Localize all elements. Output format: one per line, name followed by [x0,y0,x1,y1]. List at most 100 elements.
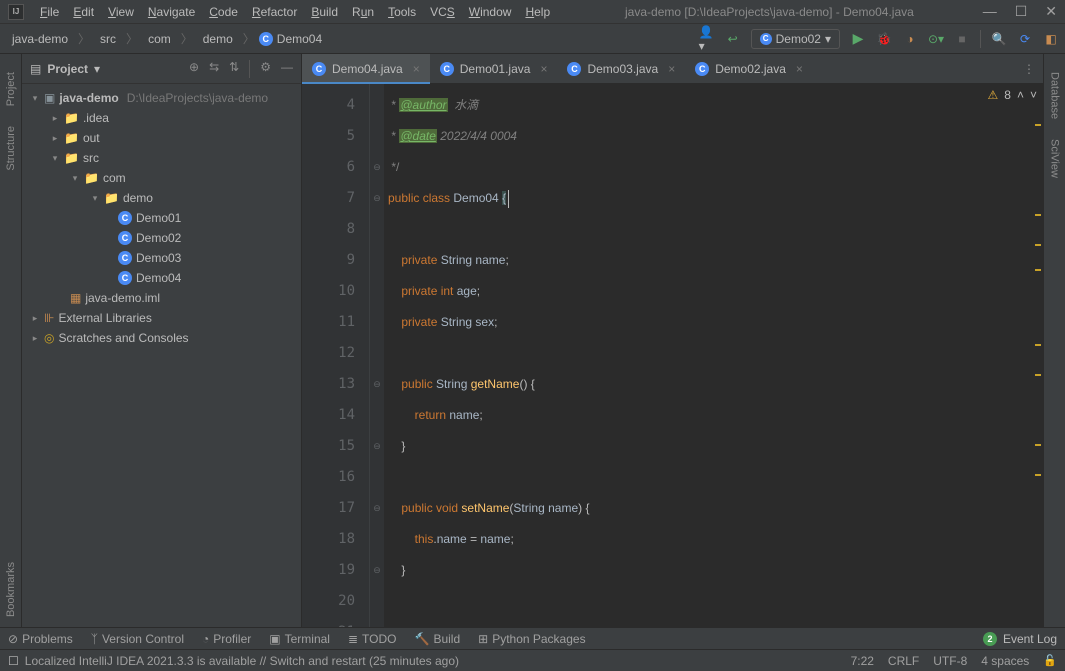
class-icon: C [760,33,772,45]
scratch-icon: ◎ [44,331,54,345]
menu-navigate[interactable]: Navigate [142,3,201,21]
menu-tools[interactable]: Tools [382,3,422,21]
menu-build[interactable]: Build [305,3,344,21]
package-icon: 📁 [104,191,119,205]
menu-vcs[interactable]: VCS [424,3,461,21]
editor-tab[interactable]: CDemo02.java× [685,54,813,84]
menu-view[interactable]: View [102,3,140,21]
back-arrow-icon[interactable]: ↩ [725,31,741,47]
coverage-button[interactable]: ◑ [902,31,918,47]
editor-tab[interactable]: CDemo01.java× [430,54,558,84]
code-content[interactable]: * @author 水滴 * @date 2022/4/4 0004 */pub… [384,84,1043,627]
tree-idea[interactable]: ▸📁.idea [22,108,301,128]
status-message[interactable]: Localized IntelliJ IDEA 2021.3.3 is avai… [25,654,459,668]
tool-structure[interactable]: Structure [5,126,17,171]
next-problem-icon[interactable]: ˅ [1030,88,1037,102]
tool-python[interactable]: ⊞Python Packages [478,632,585,646]
close-button[interactable]: ✕ [1045,3,1057,20]
tool-eventlog[interactable]: Event Log [1003,632,1057,646]
tree-label: java-demo [59,91,118,105]
close-tab-icon[interactable]: × [668,62,675,76]
tree-class[interactable]: CDemo04 [22,268,301,288]
sync-icon[interactable]: ⟳ [1017,31,1033,47]
editor-area: CDemo04.java× CDemo01.java× CDemo03.java… [302,54,1043,627]
line-ending[interactable]: CRLF [888,654,919,668]
warning-count: 8 [1004,88,1011,102]
editor-tab[interactable]: CDemo03.java× [557,54,685,84]
minimize-button[interactable]: ― [983,3,997,20]
indent[interactable]: 4 spaces [981,654,1029,668]
tool-vcs[interactable]: ᛉVersion Control [91,632,184,646]
tree-class[interactable]: CDemo01 [22,208,301,228]
maximize-button[interactable]: ☐ [1015,3,1028,20]
run-config-selector[interactable]: C Demo02 ▾ [751,29,840,49]
tab-overflow-icon[interactable]: ⋮ [1023,62,1043,76]
code-editor[interactable]: ⚠ 8 ˄ ˅ 456789101112131415161718192021 ⊖… [302,84,1043,627]
tree-iml[interactable]: ▦java-demo.iml [22,288,301,308]
crumb-com[interactable]: com [142,30,177,48]
menu-run[interactable]: Run [346,3,380,21]
tree-class[interactable]: CDemo03 [22,248,301,268]
tree-out[interactable]: ▸📁out [22,128,301,148]
menu-help[interactable]: Help [519,3,556,21]
tree-class[interactable]: CDemo02 [22,228,301,248]
close-tab-icon[interactable]: × [796,62,803,76]
status-indicator-icon[interactable]: ☐ [8,654,19,668]
tool-build[interactable]: 🔨Build [414,632,460,646]
tree-external[interactable]: ▸⊪External Libraries [22,308,301,328]
expand-icon[interactable]: ⇆ [209,60,219,78]
menu-edit[interactable]: Edit [67,3,100,21]
tree-src[interactable]: ▾📁src [22,148,301,168]
tool-profiler[interactable]: ◔Profiler [202,632,251,646]
encoding[interactable]: UTF-8 [933,654,967,668]
project-title[interactable]: Project [47,62,88,76]
tool-database[interactable]: Database [1049,72,1061,119]
tool-todo[interactable]: ≣TODO [348,632,397,646]
debug-button[interactable]: 🐞 [876,31,892,47]
gear-icon[interactable]: ⚙ [260,60,271,78]
select-target-icon[interactable]: ⊕ [189,60,199,78]
collapse-icon[interactable]: ⇅ [229,60,239,78]
caret-position[interactable]: 7:22 [851,654,874,668]
class-icon: C [118,271,132,285]
project-tree[interactable]: ▾▣ java-demo D:\IdeaProjects\java-demo ▸… [22,84,301,627]
tree-demo[interactable]: ▾📁demo [22,188,301,208]
profile-button[interactable]: ⊙▾ [928,31,944,47]
prev-problem-icon[interactable]: ˄ [1017,88,1024,102]
main-area: Project Structure Bookmarks ▤ Project ▾ … [0,54,1065,627]
run-button[interactable]: ▶ [850,31,866,47]
close-tab-icon[interactable]: × [540,62,547,76]
event-badge-icon: 2 [983,632,997,646]
inspection-summary[interactable]: ⚠ 8 ˄ ˅ [988,88,1037,102]
hide-icon[interactable]: — [281,60,293,78]
menu-window[interactable]: Window [463,3,518,21]
menu-file[interactable]: File [34,3,65,21]
tree-label: Demo02 [136,231,181,245]
stop-button[interactable]: ■ [954,31,970,47]
menu-refactor[interactable]: Refactor [246,3,303,21]
crumb-demo[interactable]: demo [197,30,239,48]
tool-sciview[interactable]: SciView [1049,139,1061,178]
editor-tab[interactable]: CDemo04.java× [302,54,430,84]
tool-project[interactable]: Project [5,72,17,106]
ide-features-icon[interactable]: ◧ [1043,31,1059,47]
chevron-down-icon[interactable]: ▾ [94,62,100,76]
fold-gutter[interactable]: ⊖⊖⊖⊖⊖⊖ [370,84,384,627]
tool-terminal[interactable]: ▣Terminal [269,632,330,646]
vcs-icon: ᛉ [91,632,98,646]
readonly-icon[interactable]: 🔓 [1043,654,1057,668]
tool-problems[interactable]: ⊘Problems [8,632,73,646]
menu-code[interactable]: Code [203,3,244,21]
error-stripe[interactable] [1033,84,1043,627]
tool-bookmarks[interactable]: Bookmarks [5,562,17,617]
line-number-gutter[interactable]: 456789101112131415161718192021 [302,84,370,627]
crumb-class[interactable]: CDemo04 [259,32,322,46]
crumb-project[interactable]: java-demo [6,30,74,48]
tree-root[interactable]: ▾▣ java-demo D:\IdeaProjects\java-demo [22,88,301,108]
tree-scratch[interactable]: ▸◎Scratches and Consoles [22,328,301,348]
tree-com[interactable]: ▾📁com [22,168,301,188]
search-icon[interactable]: 🔍 [991,31,1007,47]
close-tab-icon[interactable]: × [413,62,420,76]
crumb-src[interactable]: src [94,30,122,48]
user-icon[interactable]: 👤▾ [699,31,715,47]
